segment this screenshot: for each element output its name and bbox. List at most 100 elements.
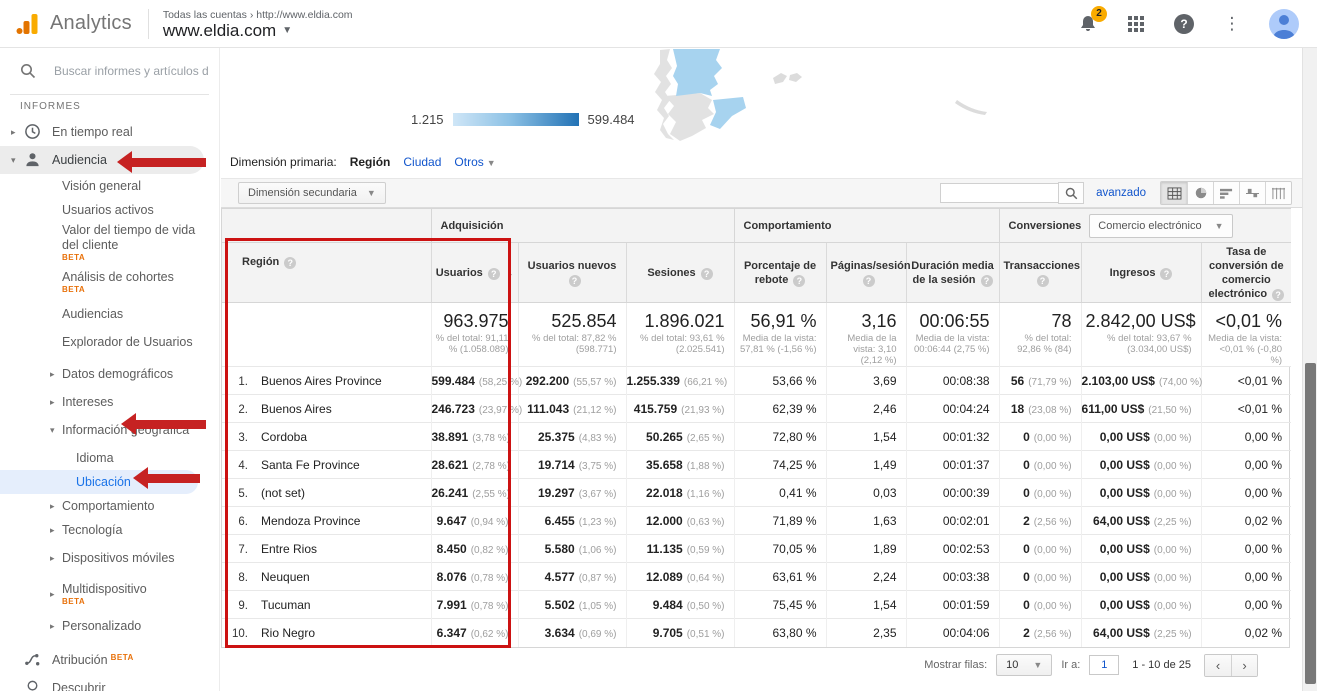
sidebar-item-comportamiento[interactable]: ▸Comportamiento [0,494,219,518]
expand-icon[interactable]: ▸ [50,501,55,512]
region-name[interactable]: (not set) [261,486,305,500]
avatar[interactable] [1269,9,1299,39]
sidebar-item-ubicacion[interactable]: Ubicación [0,470,198,494]
conversions-type-select[interactable]: Comercio electrónico▼ [1089,214,1232,238]
region-cell[interactable]: 1.Buenos Aires Province [222,367,431,395]
region-name[interactable]: Rio Negro [261,626,315,640]
sidebar-item-dispositivos-moviles[interactable]: ▸Dispositivos móviles [0,542,219,574]
kebab-menu-icon[interactable]: ⋮ [1221,13,1243,35]
sidebar-item-usuarios-activos[interactable]: Usuarios activos [0,198,219,222]
view-comparison-icon[interactable] [1239,182,1265,204]
sidebar-item-audiencias[interactable]: Audiencias [0,302,219,326]
column-header-region[interactable]: Región? [222,243,431,303]
expand-icon[interactable]: ▸ [50,621,55,632]
dimension-tab-region[interactable]: Región [350,155,391,169]
column-header-duracion-media-de-la-sesion[interactable]: Duración media de la sesión? [906,243,999,303]
chevron-down-icon[interactable]: ▼ [282,25,292,36]
help-tooltip-icon[interactable]: ? [701,268,713,280]
view-percentage-icon[interactable] [1187,182,1213,204]
sidebar-item-explorador-de-usuarios[interactable]: Explorador de Usuarios [0,326,219,358]
collapse-icon[interactable]: ▾ [50,425,55,436]
sidebar-item-tecnologia[interactable]: ▸Tecnología [0,518,219,542]
sidebar-item-informacion-geografica[interactable]: ▾Información geográfica [0,414,219,446]
column-header-usuarios-nuevos[interactable]: Usuarios nuevos? [518,243,626,303]
sidebar-item-valor-del-tiempo-de-vida-del-cliente[interactable]: Valor del tiempo de vida del clienteBETA [0,222,219,262]
table-row[interactable]: 10.Rio Negro6.347(0,62 %)3.634(0,69 %)9.… [222,619,1291,647]
sidebar-item-analisis-de-cohortes[interactable]: Análisis de cohortesBETA [0,262,219,302]
expand-icon[interactable]: ▸ [50,553,55,564]
region-cell[interactable]: 5.(not set) [222,479,431,507]
region-name[interactable]: Tucuman [261,598,311,612]
collapse-icon[interactable]: ▾ [11,155,16,166]
table-search-input[interactable] [940,183,1058,203]
expand-icon[interactable]: ▸ [50,369,55,380]
sidebar-item-multidispositivo[interactable]: ▸MultidispositivoBETA [0,574,219,614]
scrollbar-thumb[interactable] [1305,363,1316,684]
next-page-button[interactable]: › [1231,655,1257,676]
apps-grid-icon[interactable] [1125,13,1147,35]
table-row[interactable]: 6.Mendoza Province9.647(0,94 %)6.455(1,2… [222,507,1291,535]
goto-page-input[interactable] [1089,655,1119,675]
region-cell[interactable]: 9.Tucuman [222,591,431,619]
advanced-search-link[interactable]: avanzado [1096,187,1146,199]
expand-icon[interactable]: ▸ [50,397,55,408]
sidebar-item-intereses[interactable]: ▸Intereses [0,390,219,414]
dimension-tab-otros[interactable]: Otros▼ [454,155,495,169]
region-cell[interactable]: 2.Buenos Aires [222,395,431,423]
region-cell[interactable]: 6.Mendoza Province [222,507,431,535]
sidebar-item-atribucion[interactable]: AtribuciónBETA [0,646,219,674]
notifications-bell-icon[interactable]: 2 [1077,13,1099,35]
sidebar-item-personalizado[interactable]: ▸Personalizado [0,614,219,638]
sidebar-item-descubrir[interactable]: Descubrir [0,674,219,691]
argentina-map[interactable] [640,48,1020,145]
region-name[interactable]: Buenos Aires Province [261,374,382,388]
table-row[interactable]: 4.Santa Fe Province28.621(2,78 %)19.714(… [222,451,1291,479]
help-tooltip-icon[interactable]: ? [1272,289,1284,301]
table-row[interactable]: 7.Entre Rios8.450(0,82 %)5.580(1,06 %)11… [222,535,1291,563]
column-header-tasa-de-conversion-de-comercio-electronico[interactable]: Tasa de conversión de comercio electróni… [1201,243,1291,303]
table-row[interactable]: 8.Neuquen8.076(0,78 %)4.577(0,87 %)12.08… [222,563,1291,591]
help-tooltip-icon[interactable]: ? [1160,268,1172,280]
sidebar-item-audiencia[interactable]: ▾Audiencia [0,146,204,174]
table-search-button[interactable] [1058,182,1084,204]
view-performance-icon[interactable] [1213,182,1239,204]
table-row[interactable]: 1.Buenos Aires Province599.484(58,25 %)2… [222,367,1291,395]
sidebar-item-vision-general[interactable]: Visión general [0,174,219,198]
expand-icon[interactable]: ▸ [11,127,16,138]
sidebar-item-datos-demograficos[interactable]: ▸Datos demográficos [0,358,219,390]
account-name[interactable]: www.eldia.com [163,21,276,41]
account-switcher[interactable]: Todas las cuentas › http://www.eldia.com… [163,7,353,41]
region-name[interactable]: Buenos Aires [261,402,332,416]
vertical-scrollbar[interactable] [1302,48,1317,691]
help-tooltip-icon[interactable]: ? [569,275,581,287]
help-tooltip-icon[interactable]: ? [488,268,500,280]
help-icon[interactable]: ? [1173,13,1195,35]
table-row[interactable]: 2.Buenos Aires246.723(23,97 %)111.043(21… [222,395,1291,423]
help-tooltip-icon[interactable]: ? [793,275,805,287]
table-row[interactable]: 9.Tucuman7.991(0,78 %)5.502(1,05 %)9.484… [222,591,1291,619]
expand-icon[interactable]: ▸ [50,589,55,600]
region-cell[interactable]: 4.Santa Fe Province [222,451,431,479]
column-header-sesiones[interactable]: Sesiones? [626,243,734,303]
help-tooltip-icon[interactable]: ? [1037,275,1049,287]
view-table-icon[interactable] [1161,182,1187,204]
rows-per-page-select[interactable]: 10 ▼ [996,654,1052,676]
sort-desc-icon[interactable]: ↓ [507,264,514,279]
region-name[interactable]: Mendoza Province [261,514,360,528]
column-header-usuarios[interactable]: Usuarios?↓ [431,243,518,303]
table-row[interactable]: 5.(not set)26.241(2,55 %)19.297(3,67 %)2… [222,479,1291,507]
sidebar-search[interactable]: Buscar informes y artículos de [0,48,219,94]
help-tooltip-icon[interactable]: ? [863,275,875,287]
view-pivot-icon[interactable] [1265,182,1291,204]
column-header-paginas-sesion[interactable]: Páginas/sesión? [826,243,906,303]
help-tooltip-icon[interactable]: ? [981,275,993,287]
region-cell[interactable]: 10.Rio Negro [222,619,431,647]
secondary-dimension-button[interactable]: Dimensión secundaria ▼ [238,182,386,204]
column-header-ingresos[interactable]: Ingresos? [1081,243,1201,303]
prev-page-button[interactable]: ‹ [1205,655,1231,676]
column-header-porcentaje-de-rebote[interactable]: Porcentaje de rebote? [734,243,826,303]
help-tooltip-icon[interactable]: ? [284,257,296,269]
expand-icon[interactable]: ▸ [50,525,55,536]
column-header-transacciones[interactable]: Transacciones? [999,243,1081,303]
region-cell[interactable]: 8.Neuquen [222,563,431,591]
